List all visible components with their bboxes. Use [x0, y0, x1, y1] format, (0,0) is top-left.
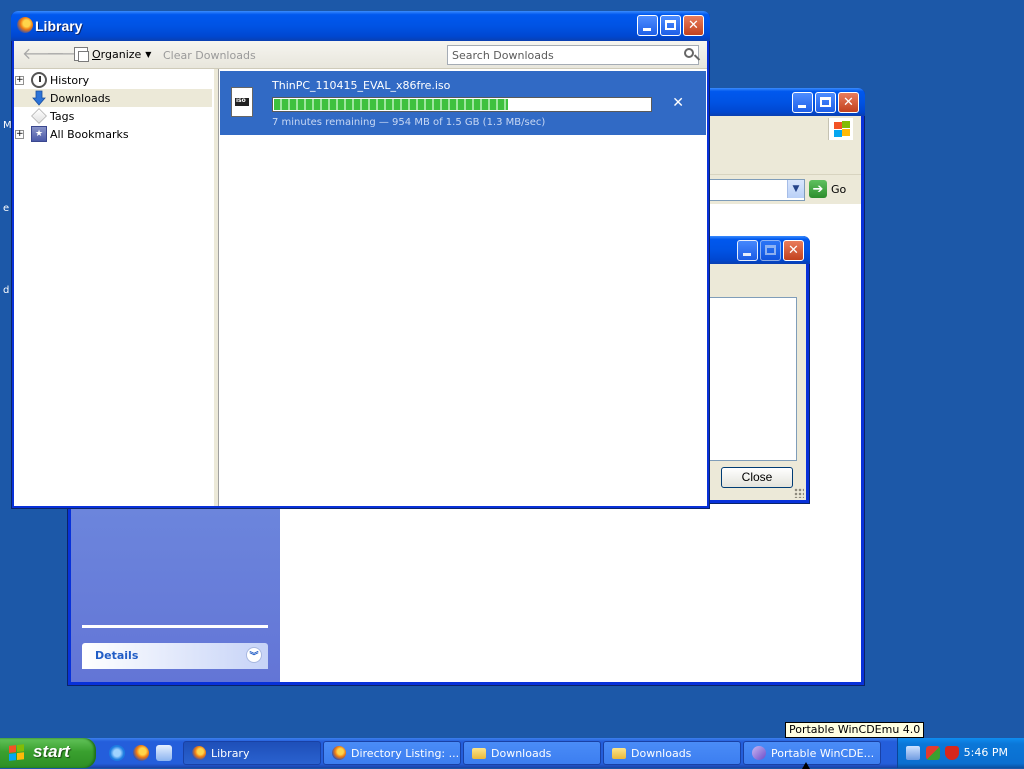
- minimize-button[interactable]: [792, 92, 813, 113]
- caret-down-icon: ▼: [145, 49, 152, 59]
- arrow-right-icon: ➔: [809, 180, 827, 198]
- window-title: Library: [35, 18, 83, 34]
- close-button[interactable]: ✕: [783, 240, 804, 261]
- search-icon[interactable]: [684, 48, 694, 58]
- download-progress-fill: [274, 99, 509, 110]
- tree-item-downloads[interactable]: Downloads: [14, 89, 212, 107]
- maximize-button[interactable]: [815, 92, 836, 113]
- bookmarks-star-icon: ★: [31, 126, 47, 142]
- tree-item-label: Downloads: [50, 92, 111, 105]
- chevron-down-icon[interactable]: ▼: [787, 180, 804, 198]
- library-client: 🡐 🡒 Organize ▼ Clear Downloads + History: [14, 41, 707, 506]
- taskbar-button-downloads[interactable]: Downloads: [603, 741, 741, 765]
- task-panel-bottom: [82, 625, 268, 628]
- go-button[interactable]: ➔ Go: [809, 179, 857, 199]
- expand-plus-icon[interactable]: +: [15, 130, 24, 139]
- go-label: Go: [831, 182, 847, 196]
- download-progress-bar: [272, 97, 652, 112]
- dialog-client: Close: [708, 264, 806, 500]
- tooltip: Portable WinCDEmu 4.0: [785, 722, 925, 738]
- download-filename: ThinPC_110415_EVAL_x86fre.iso: [272, 79, 451, 92]
- maximize-button: [760, 240, 781, 261]
- details-title: Details: [95, 649, 139, 662]
- organize-icon: [74, 47, 89, 62]
- tree-item-history[interactable]: + History: [14, 71, 212, 89]
- dialog-title-bar[interactable]: ✕: [708, 236, 810, 264]
- taskbar-button-label: Library: [211, 746, 250, 760]
- clock-icon: [31, 72, 47, 88]
- antivirus-shield-icon[interactable]: [945, 746, 959, 760]
- download-arrow-icon: [32, 90, 46, 106]
- tag-icon: [31, 108, 47, 124]
- clear-downloads-button[interactable]: Clear Downloads: [163, 49, 256, 62]
- start-button[interactable]: start: [0, 738, 96, 768]
- search-input[interactable]: [452, 47, 672, 63]
- folder-icon: [612, 747, 626, 759]
- taskbar-button-directory-listing[interactable]: Directory Listing: ...: [323, 741, 461, 765]
- taskbar: start Library Directory Listing: ... Dow…: [0, 738, 1024, 768]
- close-button[interactable]: ✕: [683, 15, 704, 36]
- taskbar-button-label: Downloads: [491, 746, 552, 760]
- taskbar-button-wincdemu[interactable]: Portable WinCDE...: [743, 741, 881, 765]
- desktop: { "desktop": { "edge_letters": ["M", "e"…: [0, 0, 1024, 769]
- organize-label: Organize: [92, 47, 142, 61]
- firefox-icon: [17, 17, 33, 33]
- folder-icon: [472, 747, 486, 759]
- forward-arrow-icon[interactable]: 🡒: [46, 46, 89, 62]
- back-arrow-icon[interactable]: 🡐: [22, 46, 65, 62]
- wincdemu-dialog: ✕ Close: [708, 236, 810, 504]
- clock[interactable]: 5:46 PM: [964, 746, 1008, 759]
- taskbar-button-library[interactable]: Library: [183, 741, 321, 765]
- tree-item-label: History: [50, 74, 90, 87]
- firefox-icon: [332, 746, 346, 760]
- library-tree: + History Downloads Tags + ★ All Bookmar…: [14, 69, 215, 506]
- taskbar-button-label: Portable WinCDE...: [771, 746, 875, 760]
- network-icon[interactable]: [906, 746, 920, 760]
- download-item[interactable]: iso ThinPC_110415_EVAL_x86fre.iso 7 minu…: [220, 71, 706, 135]
- firefox-icon: [192, 746, 206, 760]
- windows-logo-icon: [9, 744, 25, 762]
- expand-plus-icon[interactable]: +: [15, 76, 24, 85]
- minimize-button[interactable]: [737, 240, 758, 261]
- expand-chevron-icon[interactable]: ︾: [246, 647, 262, 663]
- library-toolbar: 🡐 🡒 Organize ▼ Clear Downloads: [14, 41, 707, 69]
- search-downloads-field[interactable]: [447, 45, 699, 65]
- organize-button[interactable]: Organize ▼: [74, 47, 152, 62]
- windows-logo-icon: [828, 118, 853, 140]
- internet-explorer-icon[interactable]: [109, 745, 125, 761]
- taskbar-button-downloads[interactable]: Downloads: [463, 741, 601, 765]
- desktop-icon-label[interactable]: e: [3, 203, 9, 214]
- taskbar-button-label: Downloads: [631, 746, 692, 760]
- resize-grip-icon[interactable]: [794, 488, 804, 498]
- cancel-download-button[interactable]: ✕: [672, 95, 684, 111]
- firefox-icon[interactable]: [133, 745, 149, 761]
- show-desktop-icon[interactable]: [156, 745, 172, 761]
- download-status: 7 minutes remaining — 954 MB of 1.5 GB (…: [272, 117, 546, 128]
- tree-item-label: Tags: [50, 110, 75, 123]
- tree-item-label: All Bookmarks: [50, 128, 129, 141]
- close-button[interactable]: ✕: [838, 92, 859, 113]
- taskbar-button-label: Directory Listing: ...: [351, 746, 460, 760]
- dialog-list[interactable]: [708, 297, 797, 461]
- close-dialog-button[interactable]: Close: [721, 467, 793, 488]
- minimize-button[interactable]: [637, 15, 658, 36]
- security-shield-icon[interactable]: [926, 746, 940, 760]
- tree-item-tags[interactable]: Tags: [14, 107, 212, 125]
- downloads-list: iso ThinPC_110415_EVAL_x86fre.iso 7 minu…: [219, 69, 707, 506]
- library-title-bar[interactable]: Library ✕: [11, 11, 710, 41]
- wincdemu-icon: [752, 746, 766, 760]
- library-window: Library ✕ 🡐 🡒 Organize ▼ Clear Downloads: [11, 11, 710, 509]
- tree-item-all-bookmarks[interactable]: + ★ All Bookmarks: [14, 125, 212, 143]
- details-panel-header[interactable]: Details ︾: [82, 643, 268, 669]
- maximize-button[interactable]: [660, 15, 681, 36]
- system-tray: 5:46 PM: [897, 738, 1024, 768]
- iso-file-icon: iso: [231, 87, 253, 117]
- desktop-icon-label[interactable]: d: [3, 285, 9, 296]
- start-label: start: [33, 742, 70, 761]
